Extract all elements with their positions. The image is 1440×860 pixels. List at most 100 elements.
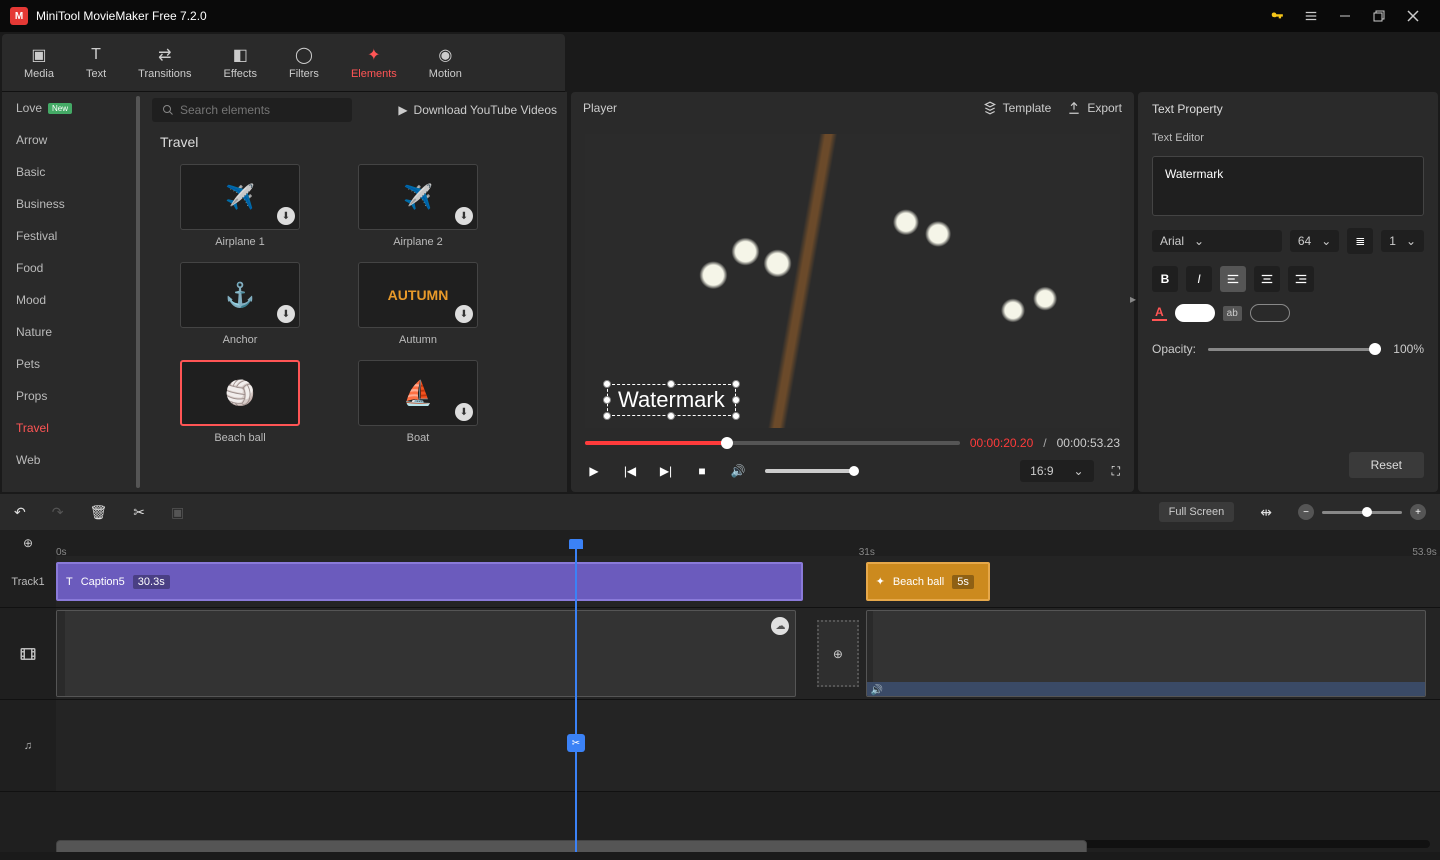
element-thumbnail[interactable]: AUTUMN⬇ [358, 262, 478, 328]
tab-text[interactable]: T Text [70, 38, 122, 87]
tab-effects[interactable]: ◧ Effects [208, 38, 273, 87]
volume-slider[interactable] [765, 469, 855, 473]
element-thumbnail[interactable]: ✈️⬇ [180, 164, 300, 230]
highlight-color-icon[interactable]: ab [1223, 306, 1242, 321]
search-elements-input[interactable] [152, 98, 352, 122]
download-icon[interactable]: ⬇ [455, 305, 473, 323]
delete-button[interactable]: 🗑 [89, 504, 107, 521]
undo-button[interactable]: ↶ [14, 504, 26, 521]
download-icon[interactable]: ⬇ [277, 207, 295, 225]
opacity-slider[interactable] [1208, 348, 1381, 351]
redo-button[interactable]: ↷ [52, 504, 64, 521]
fullscreen-preview-icon[interactable]: ⛶ [1112, 464, 1120, 479]
video-clip[interactable]: 🔊 [866, 610, 1427, 697]
minimize-icon[interactable] [1328, 0, 1362, 32]
highlight-color-chip[interactable] [1250, 304, 1290, 322]
element-thumbnail[interactable]: ⚓⬇ [180, 262, 300, 328]
tab-media[interactable]: ▣ Media [8, 38, 70, 87]
tab-motion[interactable]: ◉ Motion [413, 38, 478, 87]
category-item-nature[interactable]: Nature [2, 316, 142, 348]
download-icon[interactable]: ⬇ [277, 305, 295, 323]
category-item-festival[interactable]: Festival [2, 220, 142, 252]
element-item[interactable]: AUTUMN⬇Autumn [338, 262, 498, 346]
category-item-business[interactable]: Business [2, 188, 142, 220]
element-item[interactable]: ✈️⬇Airplane 1 [160, 164, 320, 248]
zoom-slider[interactable] [1322, 511, 1402, 514]
reset-button[interactable]: Reset [1349, 452, 1424, 478]
watermark-overlay[interactable]: Watermark [607, 384, 736, 416]
align-right-button[interactable] [1288, 266, 1314, 292]
align-center-button[interactable] [1254, 266, 1280, 292]
resize-handle[interactable] [667, 380, 675, 388]
element-item[interactable]: 🏐Beach ball [160, 360, 320, 444]
resize-handle[interactable] [732, 380, 740, 388]
tab-transitions[interactable]: ⇄ Transitions [122, 38, 207, 87]
category-item-love[interactable]: LoveNew [2, 92, 142, 124]
export-button[interactable]: Export [1067, 101, 1122, 115]
element-thumbnail[interactable]: ⛵⬇ [358, 360, 478, 426]
italic-button[interactable]: I [1186, 266, 1212, 292]
timeline-horizontal-scrollbar[interactable] [56, 840, 1430, 848]
next-frame-button[interactable]: ▶| [657, 464, 675, 478]
text-color-icon[interactable]: A [1152, 305, 1167, 321]
bold-button[interactable]: B [1152, 266, 1178, 292]
category-item-props[interactable]: Props [2, 380, 142, 412]
category-item-web[interactable]: Web [2, 444, 142, 476]
download-icon[interactable]: ⬇ [455, 207, 473, 225]
zoom-in-button[interactable]: + [1410, 504, 1426, 520]
video-clip[interactable]: ☁ [56, 610, 796, 697]
auto-fit-icon[interactable]: ⇹ [1260, 504, 1272, 521]
activate-key-icon[interactable] [1260, 0, 1294, 32]
close-icon[interactable] [1396, 0, 1430, 32]
text-content-input[interactable]: Watermark [1152, 156, 1424, 216]
menu-icon[interactable] [1294, 0, 1328, 32]
resize-handle[interactable] [732, 396, 740, 404]
category-item-food[interactable]: Food [2, 252, 142, 284]
category-item-pets[interactable]: Pets [2, 348, 142, 380]
category-item-basic[interactable]: Basic [2, 156, 142, 188]
resize-handle[interactable] [603, 396, 611, 404]
align-left-button[interactable] [1220, 266, 1246, 292]
category-item-mood[interactable]: Mood [2, 284, 142, 316]
caption-clip[interactable]: TCaption530.3s [56, 562, 803, 601]
line-spacing-icon[interactable]: ≣ [1347, 228, 1373, 254]
font-size-select[interactable]: 64⌄ [1290, 230, 1339, 252]
font-family-select[interactable]: Arial⌄ [1152, 230, 1282, 252]
resize-handle[interactable] [603, 380, 611, 388]
tab-filters[interactable]: ◯ Filters [273, 38, 335, 87]
volume-icon[interactable]: 🔊 [729, 464, 747, 478]
add-track-button[interactable]: ⊕ [0, 536, 56, 550]
split-button[interactable]: ✂ [133, 504, 145, 521]
play-button[interactable]: ▶ [585, 464, 603, 478]
transition-slot[interactable]: ⊕ [817, 620, 859, 687]
split-at-playhead-icon[interactable]: ✂ [567, 734, 585, 752]
element-clip[interactable]: ✦Beach ball5s [866, 562, 991, 601]
tab-elements[interactable]: ✦ Elements [335, 38, 413, 87]
element-item[interactable]: ⛵⬇Boat [338, 360, 498, 444]
category-scrollbar[interactable] [136, 96, 140, 488]
resize-handle[interactable] [667, 412, 675, 420]
category-item-arrow[interactable]: Arrow [2, 124, 142, 156]
zoom-out-button[interactable]: − [1298, 504, 1314, 520]
download-youtube-link[interactable]: ▶ Download YouTube Videos [398, 103, 557, 117]
collapse-panel-icon[interactable]: ▸ [1130, 292, 1136, 306]
resize-handle[interactable] [603, 412, 611, 420]
fullscreen-timeline-button[interactable]: Full Screen [1159, 502, 1235, 522]
preview-viewport[interactable]: Watermark [585, 134, 1120, 428]
seek-bar[interactable] [585, 441, 960, 445]
text-color-chip[interactable] [1175, 304, 1215, 322]
download-icon[interactable]: ⬇ [455, 403, 473, 421]
category-item-travel[interactable]: Travel [2, 412, 142, 444]
prev-frame-button[interactable]: |◀ [621, 464, 639, 478]
template-button[interactable]: Template [983, 101, 1052, 115]
element-thumbnail[interactable]: 🏐 [180, 360, 300, 426]
element-thumbnail[interactable]: ✈️⬇ [358, 164, 478, 230]
line-height-select[interactable]: 1⌄ [1381, 230, 1424, 252]
playhead[interactable]: ✂ [575, 556, 577, 852]
crop-button[interactable]: ▣ [171, 504, 184, 521]
element-item[interactable]: ⚓⬇Anchor [160, 262, 320, 346]
maximize-icon[interactable] [1362, 0, 1396, 32]
element-item[interactable]: ✈️⬇Airplane 2 [338, 164, 498, 248]
stop-button[interactable]: ■ [693, 464, 711, 478]
aspect-ratio-select[interactable]: 16:9 ⌄ [1020, 460, 1093, 482]
